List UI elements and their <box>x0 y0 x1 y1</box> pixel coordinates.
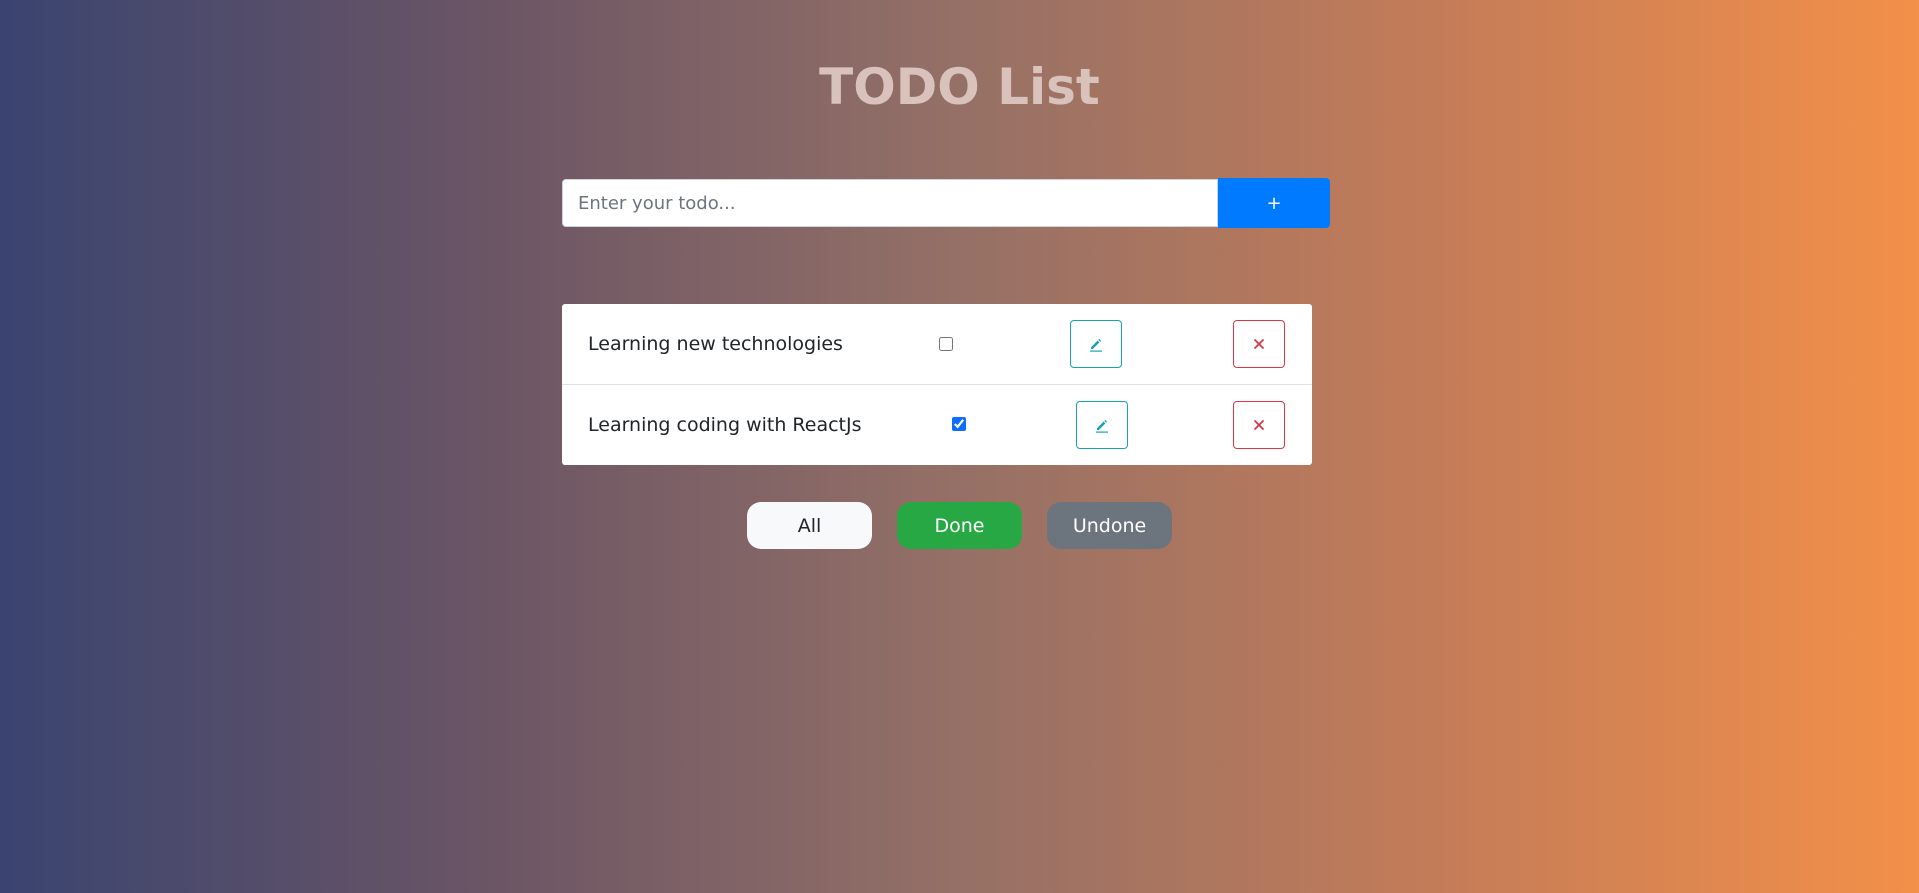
pencil-icon <box>1090 338 1102 352</box>
close-icon <box>1254 339 1264 349</box>
close-icon <box>1254 420 1264 430</box>
delete-button[interactable] <box>1233 401 1285 449</box>
pencil-icon <box>1096 419 1108 433</box>
filter-all-button[interactable]: All <box>747 502 872 549</box>
todo-item: Learning coding with ReactJs <box>562 384 1312 465</box>
filter-done-button[interactable]: Done <box>897 502 1022 549</box>
add-todo-button[interactable]: + <box>1218 178 1330 228</box>
todo-input[interactable] <box>562 179 1218 227</box>
add-todo-form: + <box>562 178 1331 229</box>
filter-bar: All Done Undone <box>0 502 1919 550</box>
page-title: TODO List <box>819 58 1100 116</box>
edit-button[interactable] <box>1076 401 1128 449</box>
edit-button[interactable] <box>1070 320 1122 368</box>
todo-done-checkbox[interactable] <box>952 417 966 431</box>
todo-item: Learning new technologies <box>562 304 1312 384</box>
delete-button[interactable] <box>1233 320 1285 368</box>
todo-text: Learning coding with ReactJs <box>588 414 862 436</box>
todo-text: Learning new technologies <box>588 333 843 355</box>
todo-list: Learning new technologies Learning codin… <box>562 304 1312 465</box>
filter-undone-button[interactable]: Undone <box>1047 502 1172 549</box>
todo-done-checkbox[interactable] <box>939 337 953 351</box>
